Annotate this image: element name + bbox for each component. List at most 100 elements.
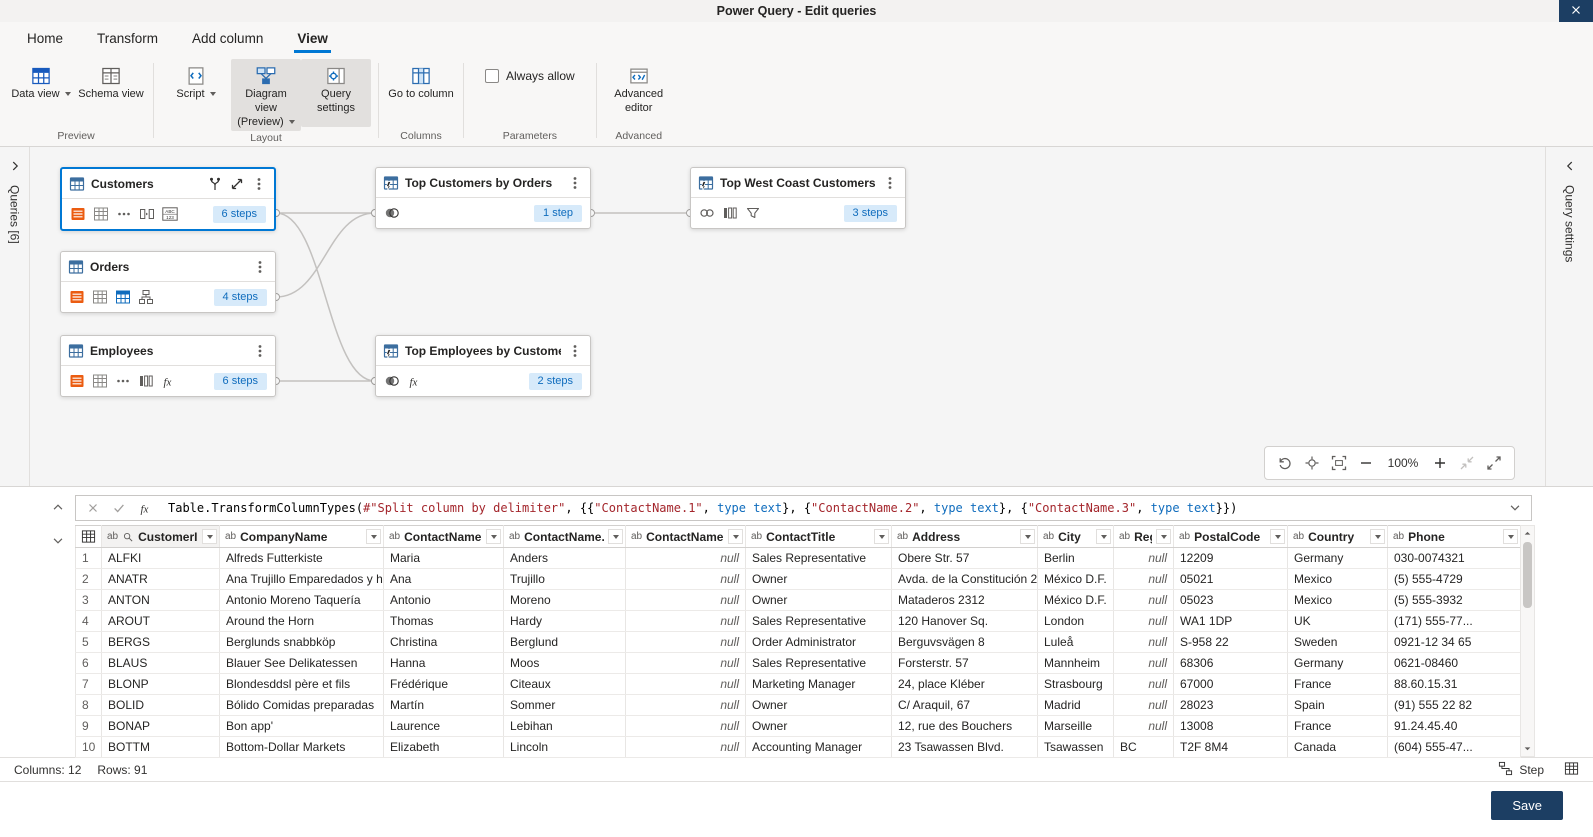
table-cell[interactable]: null xyxy=(1113,694,1174,716)
table-cell[interactable]: Owner xyxy=(745,715,892,737)
filter-button[interactable] xyxy=(1020,529,1035,544)
grid-icon[interactable] xyxy=(93,206,109,222)
table-cell[interactable]: Luleå xyxy=(1037,631,1114,653)
table-cell[interactable]: Bottom-Dollar Markets xyxy=(219,736,384,758)
table-cell[interactable]: Sales Representative xyxy=(745,652,892,674)
column-header-country[interactable]: ab Country xyxy=(1287,525,1388,548)
expand-preview-icon[interactable] xyxy=(51,534,65,548)
go-to-column-button[interactable]: Go to column xyxy=(386,59,456,127)
query-node-top-west-coast-customers[interactable]: Top West Coast Customers 3 steps xyxy=(690,167,906,229)
table-cell[interactable]: null xyxy=(625,694,746,716)
table-cell[interactable]: Berglunds snabbköp xyxy=(219,631,384,653)
table-cell[interactable]: (604) 555-47... xyxy=(1387,736,1521,758)
ellipsis-icon[interactable] xyxy=(115,373,131,389)
row-number[interactable]: 2 xyxy=(75,568,102,590)
table-cell[interactable]: null xyxy=(625,715,746,737)
steps-badge[interactable]: 1 step xyxy=(534,204,582,222)
filter-button[interactable] xyxy=(874,529,889,544)
steps-icon[interactable] xyxy=(70,206,86,222)
table-cell[interactable]: 120 Hanover Sq. xyxy=(891,610,1038,632)
scrollbar-thumb[interactable] xyxy=(1523,542,1532,608)
queries-pane-collapsed[interactable]: Queries [6] xyxy=(0,147,30,486)
table-cell[interactable]: Blondesddsl père et fils xyxy=(219,673,384,695)
column-header-customerid[interactable]: ab CustomerID xyxy=(101,525,220,548)
diagram-canvas[interactable]: 100% Customers ABC 123 6 steps Orders 4 steps… xyxy=(30,147,1545,486)
table-cell[interactable]: Ana xyxy=(383,568,504,590)
table-cell[interactable]: Sommer xyxy=(503,694,626,716)
table-cell[interactable]: 13008 xyxy=(1173,715,1288,737)
table-cell[interactable]: null xyxy=(625,547,746,569)
expand-diag-icon[interactable] xyxy=(229,176,245,192)
table-cell[interactable]: null xyxy=(1113,547,1174,569)
table-cell[interactable]: 88.60.15.31 xyxy=(1387,673,1521,695)
table-cell[interactable]: Forsterstr. 57 xyxy=(891,652,1038,674)
table-cell[interactable]: null xyxy=(625,631,746,653)
table-cell[interactable]: (171) 555-77... xyxy=(1387,610,1521,632)
scroll-up-icon[interactable] xyxy=(1521,529,1534,538)
table-cell[interactable]: Owner xyxy=(745,568,892,590)
table-cell[interactable]: BOLID xyxy=(101,694,220,716)
steps-badge[interactable]: 6 steps xyxy=(212,205,266,223)
table-cell[interactable]: 030-0074321 xyxy=(1387,547,1521,569)
table-cell[interactable]: Avda. de la Constitución 22... xyxy=(891,568,1038,590)
filter-button[interactable] xyxy=(608,529,623,544)
table-cell[interactable]: null xyxy=(625,589,746,611)
tab-transform[interactable]: Transform xyxy=(80,24,175,55)
row-number[interactable]: 4 xyxy=(75,610,102,632)
table-cell[interactable]: UK xyxy=(1287,610,1388,632)
table-cell[interactable]: Marketing Manager xyxy=(745,673,892,695)
step-button[interactable]: Step xyxy=(1498,761,1544,779)
column-header-companyname[interactable]: ab CompanyName xyxy=(219,525,384,548)
column-header-contactname-3[interactable]: abContactName.3 xyxy=(625,525,746,548)
abc123-icon[interactable]: ABC 123 xyxy=(162,206,178,222)
column-header-city[interactable]: ab City xyxy=(1037,525,1114,548)
table-cell[interactable]: 91.24.45.40 xyxy=(1387,715,1521,737)
formula-text[interactable]: Table.TransformColumnTypes(#"Split colum… xyxy=(160,501,1499,515)
diagram-view-preview-button[interactable]: Diagram view (Preview) xyxy=(231,59,301,132)
table-cell[interactable]: 05021 xyxy=(1173,568,1288,590)
table-cell[interactable]: Hardy xyxy=(503,610,626,632)
table-cell[interactable]: null xyxy=(625,673,746,695)
node-menu-icon[interactable] xyxy=(882,175,898,191)
fit-to-screen-icon[interactable] xyxy=(1331,455,1347,471)
table-cell[interactable]: Spain xyxy=(1287,694,1388,716)
column-header-address[interactable]: ab Address xyxy=(891,525,1038,548)
grid-icon[interactable] xyxy=(92,373,108,389)
node-menu-icon[interactable] xyxy=(251,176,267,192)
table-cell[interactable]: BOTTM xyxy=(101,736,220,758)
always-allow-checkbox[interactable]: Always allow xyxy=(471,59,589,83)
table-cell[interactable]: BLONP xyxy=(101,673,220,695)
filter-button[interactable] xyxy=(1156,529,1171,544)
column-header-contactname-2[interactable]: ab ContactName.2 xyxy=(503,525,626,548)
row-number[interactable]: 6 xyxy=(75,652,102,674)
row-number[interactable]: 9 xyxy=(75,715,102,737)
filter-button[interactable] xyxy=(1096,529,1111,544)
table-cell[interactable]: Berguvsvägen 8 xyxy=(891,631,1038,653)
table-cell[interactable]: Owner xyxy=(745,589,892,611)
ellipsis-icon[interactable] xyxy=(116,206,132,222)
steps-badge[interactable]: 4 steps xyxy=(213,288,267,306)
table-cell[interactable]: Madrid xyxy=(1037,694,1114,716)
row-number[interactable]: 5 xyxy=(75,631,102,653)
close-button[interactable] xyxy=(1559,0,1593,22)
filter-button[interactable] xyxy=(1370,529,1385,544)
table-cell[interactable]: Mannheim xyxy=(1037,652,1114,674)
center-view-icon[interactable] xyxy=(1304,455,1320,471)
formula-expand-icon[interactable] xyxy=(1499,501,1531,515)
table-cell[interactable]: Trujillo xyxy=(503,568,626,590)
table-cell[interactable]: Sales Representative xyxy=(745,610,892,632)
table-cell[interactable]: Sweden xyxy=(1287,631,1388,653)
cancel-formula-icon[interactable] xyxy=(76,501,106,515)
table-cell[interactable]: Berlin xyxy=(1037,547,1114,569)
tab-add-column[interactable]: Add column xyxy=(175,24,280,55)
table-cell[interactable]: null xyxy=(625,652,746,674)
table-cell[interactable]: Around the Horn xyxy=(219,610,384,632)
table-cell[interactable]: Alfreds Futterkiste xyxy=(219,547,384,569)
table-cell[interactable]: Blauer See Delikatessen xyxy=(219,652,384,674)
table-cell[interactable]: 12, rue des Bouchers xyxy=(891,715,1038,737)
merge-icon[interactable] xyxy=(384,373,400,389)
scroll-down-icon[interactable] xyxy=(1521,744,1534,753)
table-cell[interactable]: (5) 555-3932 xyxy=(1387,589,1521,611)
split-branch-icon[interactable] xyxy=(207,176,223,192)
fx-icon[interactable]: fx xyxy=(161,373,177,389)
